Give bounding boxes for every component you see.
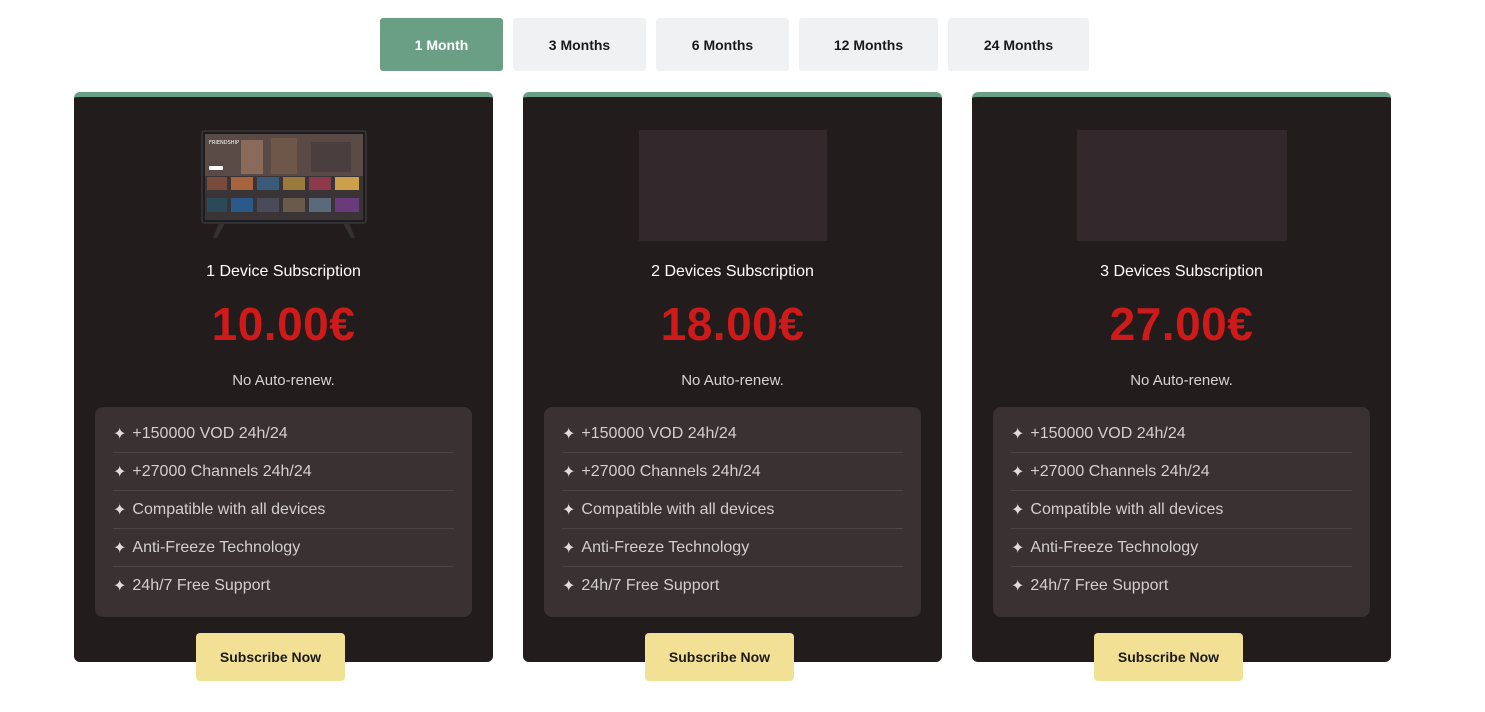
feature-item: ✦ +150000 VOD 24h/24 [113, 415, 454, 453]
plan-card-3-devices: 3 Devices Subscription 27.00€ No Auto-re… [972, 92, 1391, 681]
feature-item: ✦ 24h/7 Free Support [1011, 577, 1169, 595]
four-point-star-icon: ✦ [562, 539, 576, 557]
four-point-star-icon: ✦ [113, 539, 127, 557]
feature-list: ✦ +150000 VOD 24h/24 ✦ +27000 Channels 24h… [993, 407, 1370, 617]
feature-item: ✦ 24h/7 Free Support [113, 577, 271, 595]
plan-renew-note: No Auto-renew. [232, 372, 335, 389]
plan-title: 1 Device Subscription [206, 263, 361, 280]
plan-renew-note: No Auto-renew. [1130, 372, 1233, 389]
four-point-star-icon: ✦ [113, 501, 127, 519]
feature-item: ✦ +150000 VOD 24h/24 [1011, 415, 1352, 453]
four-point-star-icon: ✦ [1011, 501, 1025, 519]
feature-item: ✦ Anti-Freeze Technology [1011, 529, 1352, 567]
four-point-star-icon: ✦ [562, 425, 576, 443]
plan-renew-note: No Auto-renew. [681, 372, 784, 389]
plan-card-1-device: FRIENDSHIP 1 Device Subscription 10.00€ … [74, 92, 493, 681]
tab-1-month[interactable]: 1 Month [380, 18, 503, 71]
feature-item: ✦ Compatible with all devices [1011, 491, 1352, 529]
feature-item: ✦ +150000 VOD 24h/24 [562, 415, 903, 453]
duration-tabs: 1 Month 3 Months 6 Months 12 Months 24 M… [380, 18, 1089, 71]
four-point-star-icon: ✦ [562, 463, 576, 481]
subscribe-button[interactable]: Subscribe Now [645, 633, 794, 681]
feature-item: ✦ Compatible with all devices [562, 491, 903, 529]
feature-item: ✦ +27000 Channels 24h/24 [562, 453, 903, 491]
feature-item: ✦ +27000 Channels 24h/24 [1011, 453, 1352, 491]
feature-item: ✦ +27000 Channels 24h/24 [113, 453, 454, 491]
tv-image: FRIENDSHIP [201, 130, 367, 240]
plan-title: 2 Devices Subscription [651, 263, 814, 280]
tab-3-months[interactable]: 3 Months [513, 18, 646, 71]
tab-24-months[interactable]: 24 Months [948, 18, 1089, 71]
plan-image-placeholder [1076, 130, 1287, 241]
subscribe-button[interactable]: Subscribe Now [196, 633, 345, 681]
plan-card-2-devices: 2 Devices Subscription 18.00€ No Auto-re… [523, 92, 942, 681]
four-point-star-icon: ✦ [113, 578, 127, 595]
plan-price: 10.00€ [211, 298, 356, 350]
plan-price: 18.00€ [660, 298, 805, 350]
four-point-star-icon: ✦ [562, 578, 576, 595]
plan-image-placeholder [638, 130, 827, 241]
plan-title: 3 Devices Subscription [1100, 263, 1263, 280]
feature-item: ✦ Compatible with all devices [113, 491, 454, 529]
feature-list: ✦ +150000 VOD 24h/24 ✦ +27000 Channels 24h… [544, 407, 921, 617]
tab-12-months[interactable]: 12 Months [799, 18, 938, 71]
four-point-star-icon: ✦ [1011, 425, 1025, 443]
four-point-star-icon: ✦ [113, 425, 127, 443]
subscribe-button[interactable]: Subscribe Now [1094, 633, 1243, 681]
tv-screen-text: FRIENDSHIP [209, 140, 239, 146]
tab-6-months[interactable]: 6 Months [656, 18, 789, 71]
feature-item: ✦ 24h/7 Free Support [562, 577, 720, 595]
four-point-star-icon: ✦ [113, 463, 127, 481]
four-point-star-icon: ✦ [1011, 578, 1025, 595]
plan-price: 27.00€ [1109, 298, 1254, 350]
four-point-star-icon: ✦ [562, 501, 576, 519]
feature-item: ✦ Anti-Freeze Technology [562, 529, 903, 567]
feature-list: ✦ +150000 VOD 24h/24 ✦ +27000 Channels 24h… [95, 407, 472, 617]
feature-item: ✦ Anti-Freeze Technology [113, 529, 454, 567]
four-point-star-icon: ✦ [1011, 539, 1025, 557]
four-point-star-icon: ✦ [1011, 463, 1025, 481]
